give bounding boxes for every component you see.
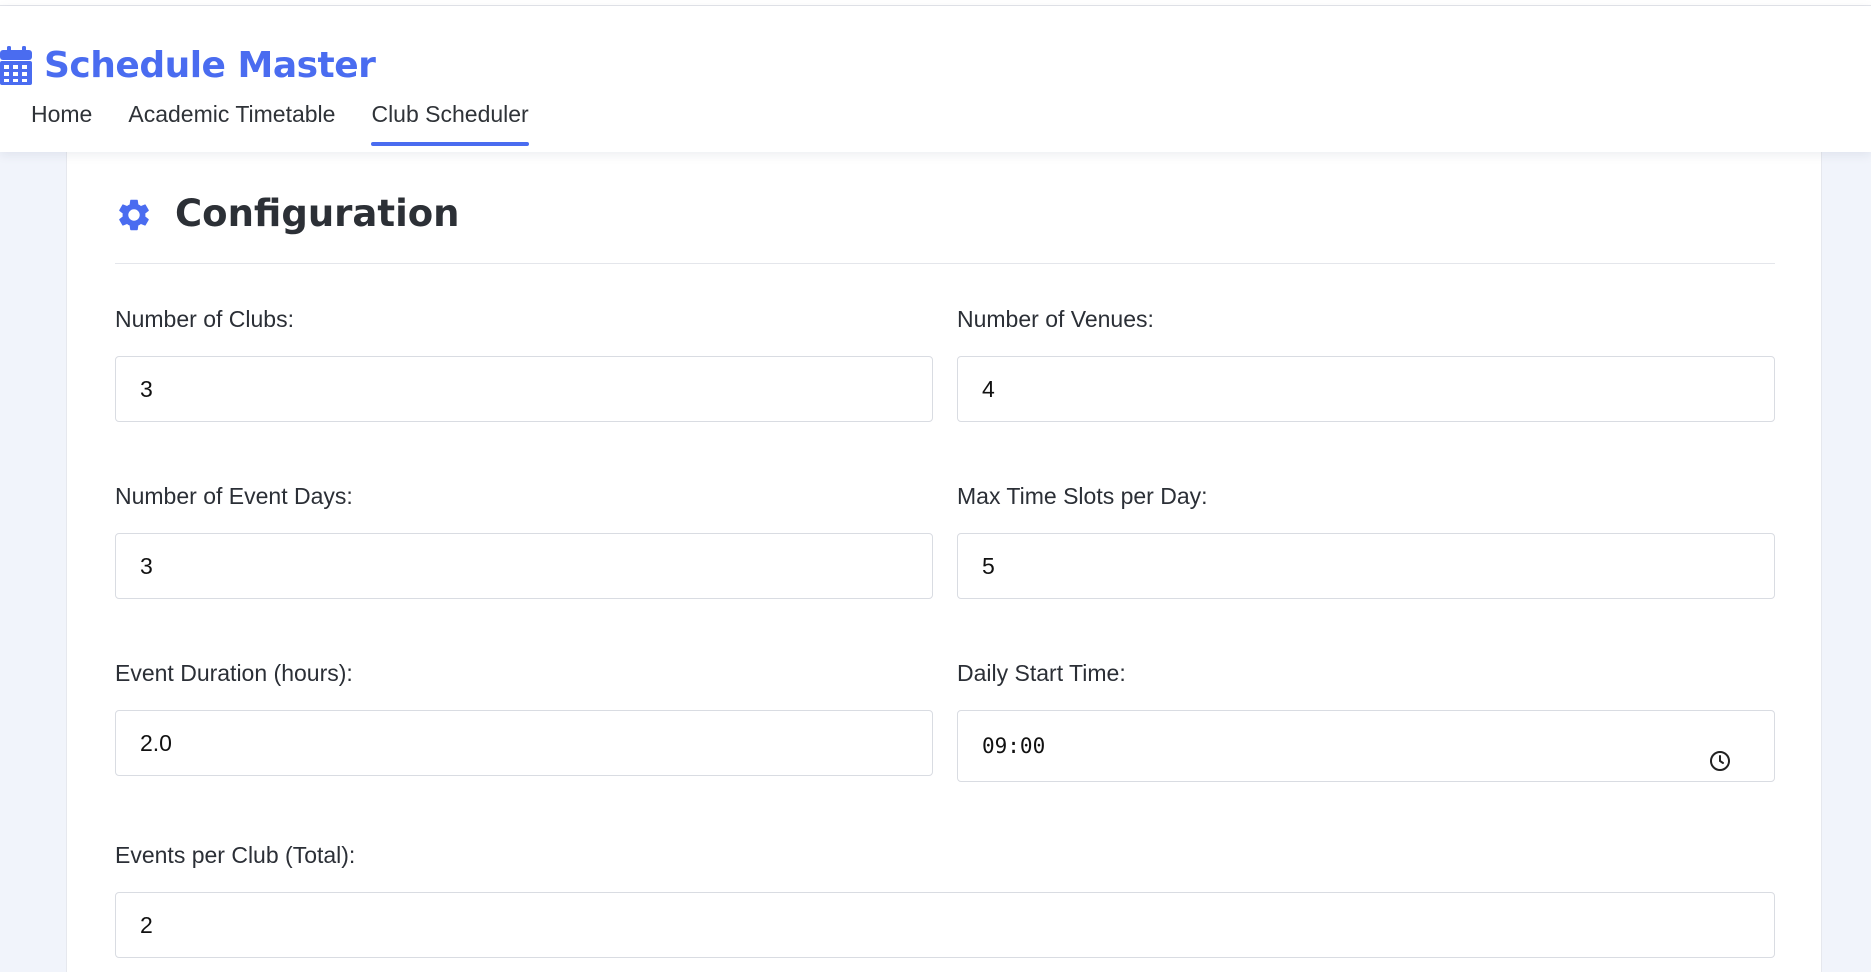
calendar-icon bbox=[0, 43, 34, 87]
events-per-club-label: Events per Club (Total): bbox=[115, 842, 356, 868]
field-number-of-venues: Number of Venues: 4 bbox=[957, 304, 1775, 422]
main-nav: Home Academic Timetable Club Scheduler bbox=[31, 94, 565, 146]
brand[interactable]: Schedule Master bbox=[0, 42, 376, 88]
clubs-value: 3 bbox=[140, 376, 153, 402]
start-time-value: 09:00 bbox=[982, 734, 1046, 758]
event-days-label: Number of Event Days: bbox=[115, 483, 353, 509]
top-navbar: Schedule Master Home Academic Timetable … bbox=[0, 6, 1871, 152]
duration-label: Event Duration (hours): bbox=[115, 660, 353, 686]
app-title: Schedule Master bbox=[44, 44, 376, 86]
field-number-of-clubs: Number of Clubs: 3 bbox=[115, 304, 933, 422]
max-slots-value: 5 bbox=[982, 553, 995, 579]
field-events-per-club: Events per Club (Total): 2 bbox=[115, 840, 1775, 958]
section-title: Configuration bbox=[175, 192, 460, 235]
events-per-club-value: 2 bbox=[140, 912, 153, 938]
section-header: Configuration bbox=[115, 192, 1775, 264]
clubs-input[interactable]: 3 bbox=[115, 356, 933, 422]
venues-value: 4 bbox=[982, 376, 995, 402]
start-time-input[interactable]: 09:00 bbox=[957, 710, 1775, 782]
field-number-of-event-days: Number of Event Days: 3 bbox=[115, 481, 933, 599]
clubs-label: Number of Clubs: bbox=[115, 306, 294, 332]
event-days-input[interactable]: 3 bbox=[115, 533, 933, 599]
max-slots-input[interactable]: 5 bbox=[957, 533, 1775, 599]
nav-club-scheduler[interactable]: Club Scheduler bbox=[371, 94, 529, 146]
duration-input[interactable]: 2.0 bbox=[115, 710, 933, 776]
configuration-card: Configuration Number of Clubs: 3 Number … bbox=[66, 152, 1822, 972]
nav-academic-timetable[interactable]: Academic Timetable bbox=[128, 94, 335, 146]
events-per-club-input[interactable]: 2 bbox=[115, 892, 1775, 958]
field-event-duration: Event Duration (hours): 2.0 bbox=[115, 658, 933, 776]
clock-icon[interactable] bbox=[1708, 734, 1732, 771]
gear-icon bbox=[115, 196, 153, 234]
field-max-time-slots: Max Time Slots per Day: 5 bbox=[957, 481, 1775, 599]
nav-home[interactable]: Home bbox=[31, 94, 92, 146]
duration-value: 2.0 bbox=[140, 730, 172, 756]
venues-input[interactable]: 4 bbox=[957, 356, 1775, 422]
max-slots-label: Max Time Slots per Day: bbox=[957, 483, 1208, 509]
start-time-label: Daily Start Time: bbox=[957, 660, 1126, 686]
event-days-value: 3 bbox=[140, 553, 153, 579]
venues-label: Number of Venues: bbox=[957, 306, 1154, 332]
field-daily-start-time: Daily Start Time: 09:00 bbox=[957, 658, 1775, 782]
